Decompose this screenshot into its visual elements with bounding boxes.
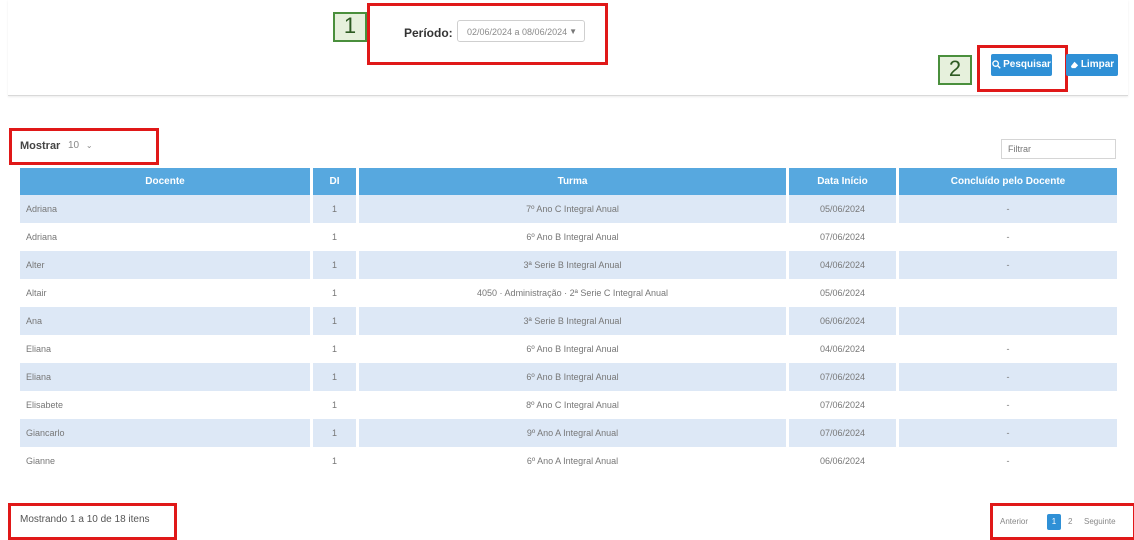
cell-concluido: - (1006, 344, 1010, 354)
table-header-row: Docente DI Turma Data Início Concluído p… (20, 168, 1117, 195)
cell-turma: 7º Ano C Integral Anual (359, 195, 786, 223)
cell-concluido (899, 307, 1117, 335)
cell-di: 1 (331, 344, 337, 354)
pagination-page-2[interactable]: 2 (1068, 512, 1072, 532)
column-header-docente[interactable]: Docente (20, 168, 310, 195)
cell-turma: 6º Ano B Integral Anual (526, 344, 619, 354)
cell-turma: 4050 · Administração · 2ª Serie C Integr… (477, 288, 668, 298)
cell-data-inicio: 04/06/2024 (789, 251, 896, 279)
cell-di: 1 (313, 195, 356, 223)
column-header-concluido[interactable]: Concluído pelo Docente (899, 168, 1117, 195)
pagination-next[interactable]: Seguinte (1084, 512, 1116, 532)
cell-data-inicio: 06/06/2024 (819, 456, 866, 466)
cell-di: 1 (313, 307, 356, 335)
cell-di: 1 (313, 363, 356, 391)
search-button-label: Pesquisar (1003, 59, 1051, 70)
cell-concluido: - (899, 195, 1117, 223)
table-row[interactable]: Elisabete 1 8º Ano C Integral Anual 07/06/2… (20, 391, 1117, 419)
cell-data-inicio: 07/06/2024 (819, 400, 866, 410)
period-label: Período: (404, 26, 453, 40)
cell-turma: 6º Ano A Integral Anual (526, 456, 619, 466)
chevron-down-icon: ⌄ (85, 141, 93, 150)
length-value: 10 (68, 140, 80, 151)
period-select[interactable]: 02/06/2024 a 08/06/2024 ▼ (457, 20, 585, 42)
cell-di: 1 (331, 232, 337, 242)
length-label: Mostrar (20, 140, 61, 152)
cell-docente: Eliana (20, 363, 310, 391)
table-row[interactable]: Eliana 1 6º Ano B Integral Anual 04/06/2024… (20, 335, 1117, 363)
period-value: 02/06/2024 a 08/06/2024 (467, 27, 568, 37)
table-row[interactable]: Eliana 1 6º Ano B Integral Anual 07/06/2024… (20, 363, 1117, 391)
step-marker-1: 1 (333, 12, 367, 42)
cell-concluido (899, 279, 1117, 307)
cell-data-inicio: 07/06/2024 (789, 419, 896, 447)
teachers-table: Docente DI Turma Data Início Concluído p… (17, 168, 1120, 475)
cell-di: 1 (331, 288, 337, 298)
column-header-data-inicio[interactable]: Data Início (789, 168, 896, 195)
table-row[interactable]: Alter 1 3ª Serie B Integral Anual 04/06/202… (20, 251, 1117, 279)
pagination-previous[interactable]: Anterior (1000, 512, 1028, 532)
cell-concluido: - (899, 419, 1117, 447)
eraser-icon (1070, 61, 1078, 68)
cell-docente: Eliana (26, 344, 52, 354)
cell-data-inicio: 05/06/2024 (789, 195, 896, 223)
cell-di: 1 (313, 251, 356, 279)
cell-concluido: - (1006, 400, 1010, 410)
column-header-turma[interactable]: Turma (359, 168, 786, 195)
step-marker-2: 2 (938, 55, 972, 85)
clear-button-label: Limpar (1080, 59, 1115, 70)
cell-di: 1 (313, 419, 356, 447)
pagination-page-1[interactable]: 1 (1047, 514, 1061, 530)
cell-docente: Elisabete (26, 400, 64, 410)
search-button[interactable]: Pesquisar (991, 54, 1052, 76)
cell-concluido: - (1006, 232, 1010, 242)
cell-docente: Adriana (20, 195, 310, 223)
cell-turma: 9º Ano A Integral Anual (359, 419, 786, 447)
cell-data-inicio: 07/06/2024 (789, 363, 896, 391)
cell-concluido: - (1006, 456, 1010, 466)
table-row[interactable]: Ana 1 3ª Serie B Integral Anual 06/06/2024 (20, 307, 1117, 335)
table-info: Mostrando 1 a 10 de 18 itens (20, 514, 150, 525)
cell-turma: 8º Ano C Integral Anual (526, 400, 619, 410)
table-row[interactable]: Giancarlo 1 9º Ano A Integral Anual 07/06/2… (20, 419, 1117, 447)
cell-data-inicio: 07/06/2024 (819, 232, 866, 242)
clear-button[interactable]: Limpar (1066, 54, 1118, 76)
cell-turma: 3ª Serie B Integral Anual (359, 307, 786, 335)
cell-data-inicio: 05/06/2024 (819, 288, 866, 298)
cell-docente: Ana (20, 307, 310, 335)
length-select[interactable]: 10 ⌄ (68, 136, 93, 156)
cell-di: 1 (331, 400, 337, 410)
column-header-di[interactable]: DI (313, 168, 356, 195)
table-row[interactable]: Adriana 1 6º Ano B Integral Anual 07/06/202… (20, 223, 1117, 251)
cell-docente: Gianne (26, 456, 56, 466)
cell-docente: Alter (20, 251, 310, 279)
filter-input[interactable] (1001, 139, 1116, 159)
cell-data-inicio: 04/06/2024 (819, 344, 866, 354)
cell-docente: Adriana (26, 232, 58, 242)
cell-di: 1 (331, 456, 337, 466)
cell-docente: Altair (26, 288, 47, 298)
cell-turma: 3ª Serie B Integral Anual (359, 251, 786, 279)
cell-concluido: - (899, 251, 1117, 279)
cell-turma: 6º Ano B Integral Anual (526, 232, 619, 242)
cell-concluido: - (899, 363, 1117, 391)
table-row[interactable]: Gianne 1 6º Ano A Integral Anual 06/06/2024… (20, 447, 1117, 475)
cell-data-inicio: 06/06/2024 (789, 307, 896, 335)
chevron-down-icon: ▼ (569, 27, 577, 36)
table-row[interactable]: Altair 1 4050 · Administração · 2ª Serie C… (20, 279, 1117, 307)
cell-turma: 6º Ano B Integral Anual (359, 363, 786, 391)
search-icon (992, 60, 1001, 69)
table-row[interactable]: Adriana 1 7º Ano C Integral Anual 05/06/202… (20, 195, 1117, 223)
cell-docente: Giancarlo (20, 419, 310, 447)
